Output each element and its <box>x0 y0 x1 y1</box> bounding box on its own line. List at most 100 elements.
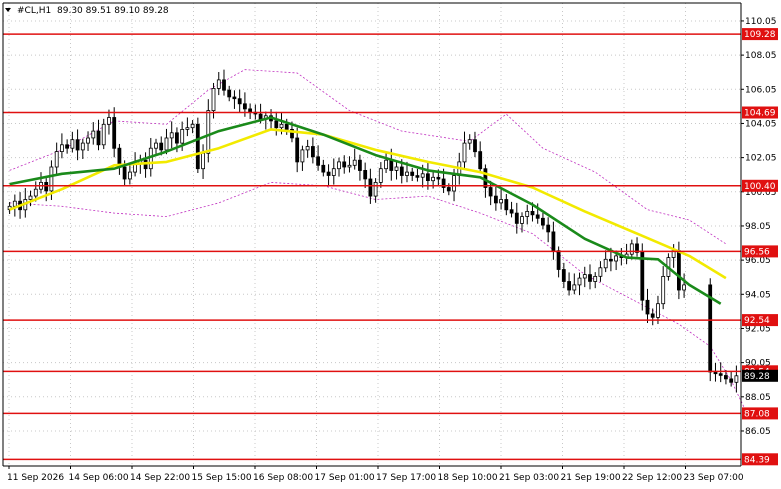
candle-body <box>530 210 535 216</box>
candle-body <box>316 156 321 166</box>
candle-body <box>154 142 158 149</box>
candle-body <box>603 258 608 269</box>
price-chart[interactable]: 110.05108.05106.05104.05102.05100.0598.0… <box>0 0 781 489</box>
candle-body <box>488 187 493 197</box>
candle-body <box>206 110 211 154</box>
candle-body <box>588 274 592 282</box>
y-tick-label: 108.05 <box>745 51 777 61</box>
candle-body <box>49 166 54 192</box>
candle-body <box>237 98 242 105</box>
candle-body <box>431 176 436 182</box>
candle-body <box>201 152 206 170</box>
x-tick-label: 17 Sep 01:00 <box>315 473 375 483</box>
candle-body <box>33 188 38 197</box>
candle-body <box>274 120 279 129</box>
candle-body <box>473 139 477 153</box>
y-tick-label: 96.05 <box>745 256 771 266</box>
x-tick-label: 16 Sep 08:00 <box>253 473 313 483</box>
candle-body <box>80 142 85 151</box>
candle-body <box>122 166 127 180</box>
candle-body <box>321 164 326 173</box>
envelope-lower-line <box>9 182 748 414</box>
candle-body <box>12 200 17 207</box>
candle-body <box>514 212 519 224</box>
candle-body <box>577 277 582 286</box>
candle-body <box>394 166 399 171</box>
candle-body <box>509 209 514 214</box>
x-tick-label: 11 Sep 2026 <box>7 473 64 483</box>
ma-fast-line <box>9 116 722 305</box>
candle-body <box>295 137 300 163</box>
symbol-label: #CL,H1 <box>17 6 51 16</box>
candle-body <box>718 373 723 376</box>
candle-body <box>415 175 420 178</box>
candle-body <box>572 284 577 291</box>
candle-body <box>384 159 389 170</box>
y-tick-label: 110.05 <box>745 17 777 27</box>
candle-body <box>436 176 441 180</box>
candle-body <box>650 313 655 318</box>
x-tick-label: 21 Sep 19:00 <box>561 473 621 483</box>
candle-body <box>551 231 556 252</box>
candle-body <box>60 144 64 153</box>
level-badge-label: 87.08 <box>744 409 770 419</box>
candle-body <box>101 123 106 146</box>
collapse-arrow-icon[interactable] <box>5 8 11 12</box>
candle-body <box>399 166 404 176</box>
candle-body <box>520 216 524 224</box>
candle-body <box>326 171 331 176</box>
candle-body <box>222 79 226 91</box>
candle-body <box>232 96 237 100</box>
x-tick-label: 23 Sep 07:00 <box>684 473 744 483</box>
envelope-upper-line <box>9 69 727 245</box>
current-price-badge-label: 89.28 <box>744 372 770 382</box>
candle-body <box>446 187 451 192</box>
candle-body <box>164 137 169 151</box>
y-tick-label: 88.05 <box>745 393 771 403</box>
candle-body <box>499 199 504 204</box>
x-tick-label: 22 Sep 12:00 <box>622 473 682 483</box>
candle-body <box>535 214 540 219</box>
candle-body <box>656 303 660 318</box>
x-tick-label: 21 Sep 03:00 <box>499 473 559 483</box>
candle-body <box>378 168 383 183</box>
candle-body <box>96 130 101 146</box>
candle-body <box>279 123 284 129</box>
candle-body <box>567 281 571 291</box>
candle-body <box>373 181 378 197</box>
candle-body <box>525 210 530 217</box>
candle-body <box>347 164 352 168</box>
x-tick-label: 15 Sep 15:00 <box>192 473 252 483</box>
candle-body <box>331 168 336 176</box>
envelope-lines <box>9 69 748 414</box>
candle-body <box>211 88 216 112</box>
candle-body <box>180 128 185 144</box>
candle-body <box>504 199 509 211</box>
candle-body <box>300 149 305 163</box>
candle-body <box>425 173 430 182</box>
candle-body <box>185 127 190 130</box>
candle-body <box>44 181 49 192</box>
candle-body <box>337 161 341 170</box>
y-tick-label: 106.05 <box>745 85 777 95</box>
y-tick-label: 86.05 <box>745 427 771 437</box>
level-badge-label: 84.39 <box>744 455 770 465</box>
level-badge-label: 96.56 <box>744 247 770 257</box>
candle-body <box>661 275 666 305</box>
candle-body <box>546 224 551 233</box>
candle-body <box>86 137 90 144</box>
candle-body <box>462 142 467 163</box>
y-tick-label: 104.05 <box>745 119 777 129</box>
candle-body <box>242 103 247 110</box>
candle-body <box>556 250 561 270</box>
candle-body <box>310 146 315 158</box>
candle-body <box>363 169 368 180</box>
candle-body <box>682 284 686 291</box>
candle-body <box>107 117 111 125</box>
x-tick-label: 14 Sep 22:00 <box>130 473 190 483</box>
candle-body <box>112 117 117 149</box>
candle-body <box>91 130 96 139</box>
y-tick-label: 102.05 <box>745 154 777 164</box>
candle-body <box>420 173 425 178</box>
candle-body <box>169 132 174 139</box>
